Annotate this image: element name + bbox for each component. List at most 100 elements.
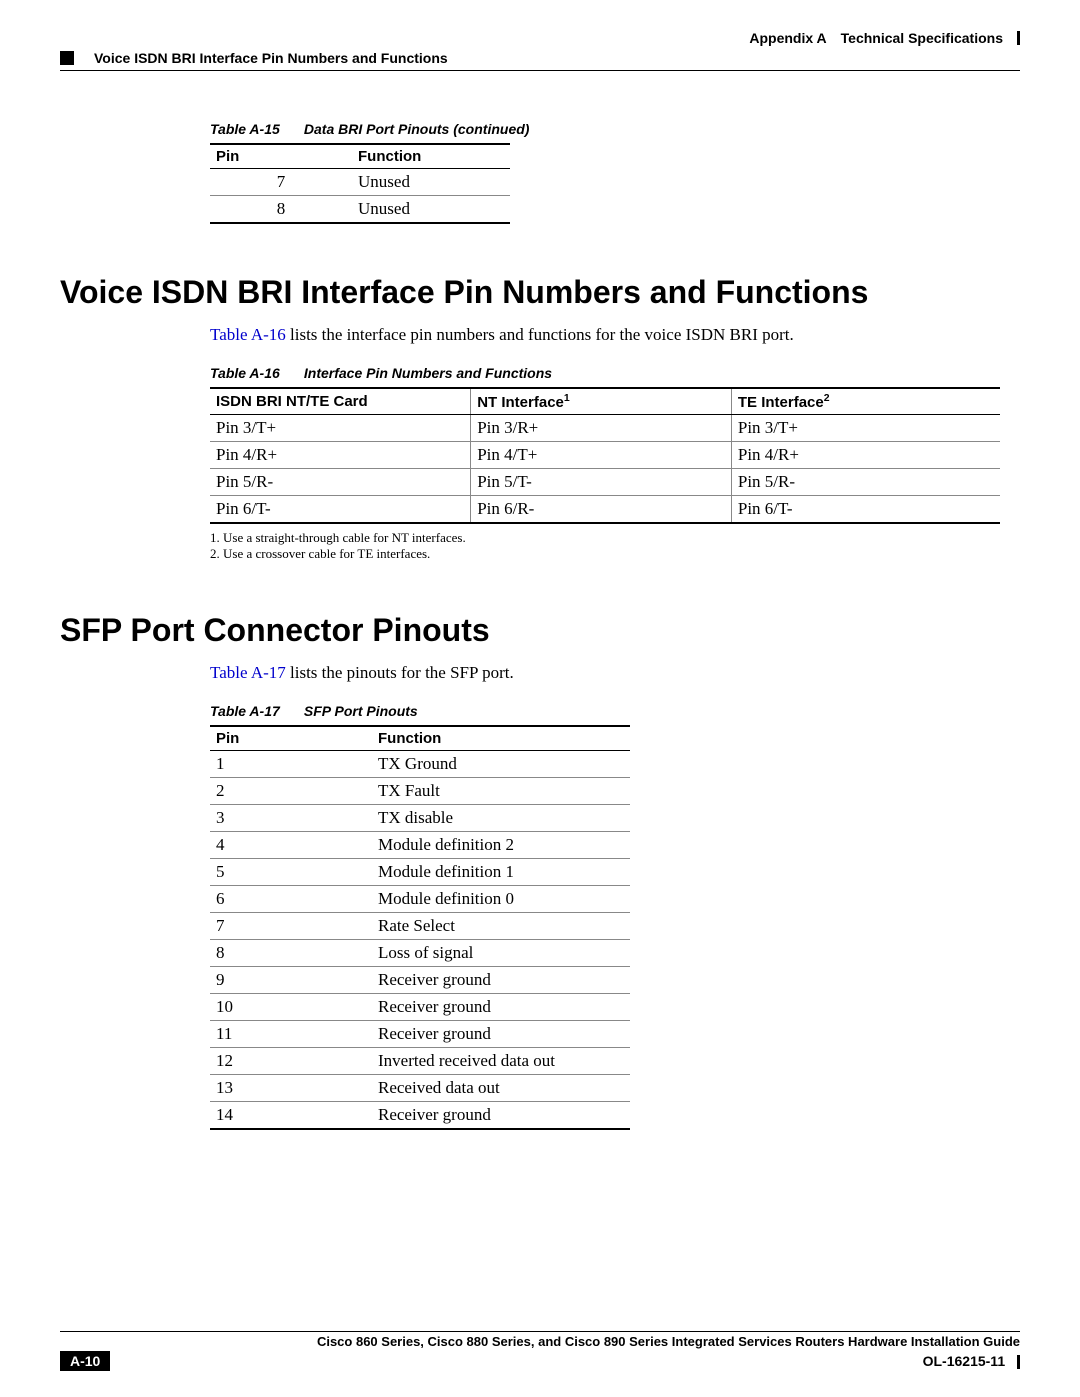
- table-a15: Pin Function 7Unused 8Unused: [210, 143, 510, 224]
- cell: Pin 6/R-: [471, 496, 732, 524]
- heading-voice-isdn: Voice ISDN BRI Interface Pin Numbers and…: [60, 274, 1020, 311]
- cell: TX Fault: [372, 778, 630, 805]
- cell: Received data out: [372, 1075, 630, 1102]
- table-a15-col-func: Function: [352, 144, 510, 169]
- cell: Unused: [352, 196, 510, 224]
- footnote-1: 1. Use a straight-through cable for NT i…: [210, 530, 1020, 546]
- cell: 12: [210, 1048, 372, 1075]
- table-a17-col-func: Function: [372, 726, 630, 751]
- table-row: 12Inverted received data out: [210, 1048, 630, 1075]
- cell: 7: [210, 169, 352, 196]
- cell: Rate Select: [372, 913, 630, 940]
- table-a17: Pin Function 1TX Ground2TX Fault3TX disa…: [210, 725, 630, 1130]
- cell: TX disable: [372, 805, 630, 832]
- cell: 6: [210, 886, 372, 913]
- cell: Pin 5/R-: [210, 469, 471, 496]
- table-row: 7Unused: [210, 169, 510, 196]
- cell: Receiver ground: [372, 1102, 630, 1130]
- footer-doc-wrap: OL-16215-11: [923, 1353, 1020, 1369]
- cell: Pin 6/T-: [210, 496, 471, 524]
- table-a16-footnotes: 1. Use a straight-through cable for NT i…: [210, 530, 1020, 562]
- cell: 3: [210, 805, 372, 832]
- section2-intro: Table A-17 lists the pinouts for the SFP…: [210, 663, 1020, 683]
- table-row: 14Receiver ground: [210, 1102, 630, 1130]
- page-header-left: Voice ISDN BRI Interface Pin Numbers and…: [60, 50, 1020, 66]
- cell: 4: [210, 832, 372, 859]
- table-a15-col-pin: Pin: [210, 144, 352, 169]
- table-a16-title: Interface Pin Numbers and Functions: [304, 365, 552, 381]
- table-row: 8Unused: [210, 196, 510, 224]
- cell: 2: [210, 778, 372, 805]
- table-a16-col1: ISDN BRI NT/TE Card: [210, 388, 471, 415]
- cell: Receiver ground: [372, 994, 630, 1021]
- table-row: Pin 3/T+Pin 3/R+Pin 3/T+: [210, 415, 1000, 442]
- table-a17-caption: Table A-17 SFP Port Pinouts: [210, 703, 1020, 719]
- table-a16-col2: NT Interface1: [471, 388, 732, 415]
- table-a17-number: Table A-17: [210, 703, 300, 719]
- cell: Module definition 0: [372, 886, 630, 913]
- cell: Module definition 2: [372, 832, 630, 859]
- cell: Pin 4/T+: [471, 442, 732, 469]
- section1-intro-text: lists the interface pin numbers and func…: [286, 325, 794, 344]
- table-row: 1TX Ground: [210, 751, 630, 778]
- header-rule: [60, 70, 1020, 71]
- cell: 10: [210, 994, 372, 1021]
- table-a15-number: Table A-15: [210, 121, 300, 137]
- cell: TX Ground: [372, 751, 630, 778]
- table-a16: ISDN BRI NT/TE Card NT Interface1 TE Int…: [210, 387, 1000, 524]
- footer-rule: [60, 1331, 1020, 1332]
- cell: Loss of signal: [372, 940, 630, 967]
- doc-number: OL-16215-11: [923, 1353, 1006, 1369]
- table-row: 11Receiver ground: [210, 1021, 630, 1048]
- table-a17-link[interactable]: Table A-17: [210, 663, 286, 682]
- cell: 8: [210, 940, 372, 967]
- page-number-badge: A-10: [60, 1351, 110, 1371]
- table-row: Pin 6/T-Pin 6/R-Pin 6/T-: [210, 496, 1000, 524]
- table-a16-col3: TE Interface2: [731, 388, 1000, 415]
- cell: 13: [210, 1075, 372, 1102]
- table-row: 3TX disable: [210, 805, 630, 832]
- cell: 7: [210, 913, 372, 940]
- heading-sfp: SFP Port Connector Pinouts: [60, 612, 1020, 649]
- table-row: 6Module definition 0: [210, 886, 630, 913]
- table-a15-caption: Table A-15 Data BRI Port Pinouts (contin…: [210, 121, 1020, 137]
- section-running-title: Voice ISDN BRI Interface Pin Numbers and…: [94, 50, 448, 66]
- header-bar-icon: [1017, 31, 1020, 45]
- page-header-right: Appendix A Technical Specifications: [60, 30, 1020, 46]
- cell: Module definition 1: [372, 859, 630, 886]
- table-row: Pin 4/R+Pin 4/T+Pin 4/R+: [210, 442, 1000, 469]
- table-row: 2TX Fault: [210, 778, 630, 805]
- section1-intro: Table A-16 lists the interface pin numbe…: [210, 325, 1020, 345]
- footer-bar-icon: [1017, 1355, 1020, 1369]
- cell: 14: [210, 1102, 372, 1130]
- table-a17-title: SFP Port Pinouts: [304, 703, 418, 719]
- section-marker-icon: [60, 51, 74, 65]
- cell: 11: [210, 1021, 372, 1048]
- appendix-label: Appendix A: [749, 30, 826, 46]
- cell: Pin 3/T+: [731, 415, 1000, 442]
- table-row: 9Receiver ground: [210, 967, 630, 994]
- table-a17-col-pin: Pin: [210, 726, 372, 751]
- cell: 8: [210, 196, 352, 224]
- cell: Pin 6/T-: [731, 496, 1000, 524]
- table-row: Pin 5/R-Pin 5/T-Pin 5/R-: [210, 469, 1000, 496]
- footer-guide-title: Cisco 860 Series, Cisco 880 Series, and …: [60, 1334, 1020, 1349]
- cell: Pin 4/R+: [210, 442, 471, 469]
- appendix-title: Technical Specifications: [841, 30, 1003, 46]
- cell: Pin 3/R+: [471, 415, 732, 442]
- table-row: 5Module definition 1: [210, 859, 630, 886]
- table-a16-caption: Table A-16 Interface Pin Numbers and Fun…: [210, 365, 1020, 381]
- cell: Inverted received data out: [372, 1048, 630, 1075]
- table-row: 4Module definition 2: [210, 832, 630, 859]
- cell: Unused: [352, 169, 510, 196]
- cell: Pin 5/T-: [471, 469, 732, 496]
- table-row: 7Rate Select: [210, 913, 630, 940]
- table-a16-link[interactable]: Table A-16: [210, 325, 286, 344]
- section2-intro-text: lists the pinouts for the SFP port.: [286, 663, 514, 682]
- cell: Receiver ground: [372, 1021, 630, 1048]
- table-row: 13Received data out: [210, 1075, 630, 1102]
- cell: Pin 4/R+: [731, 442, 1000, 469]
- table-a16-number: Table A-16: [210, 365, 300, 381]
- page-footer: Cisco 860 Series, Cisco 880 Series, and …: [60, 1331, 1020, 1371]
- table-row: 8Loss of signal: [210, 940, 630, 967]
